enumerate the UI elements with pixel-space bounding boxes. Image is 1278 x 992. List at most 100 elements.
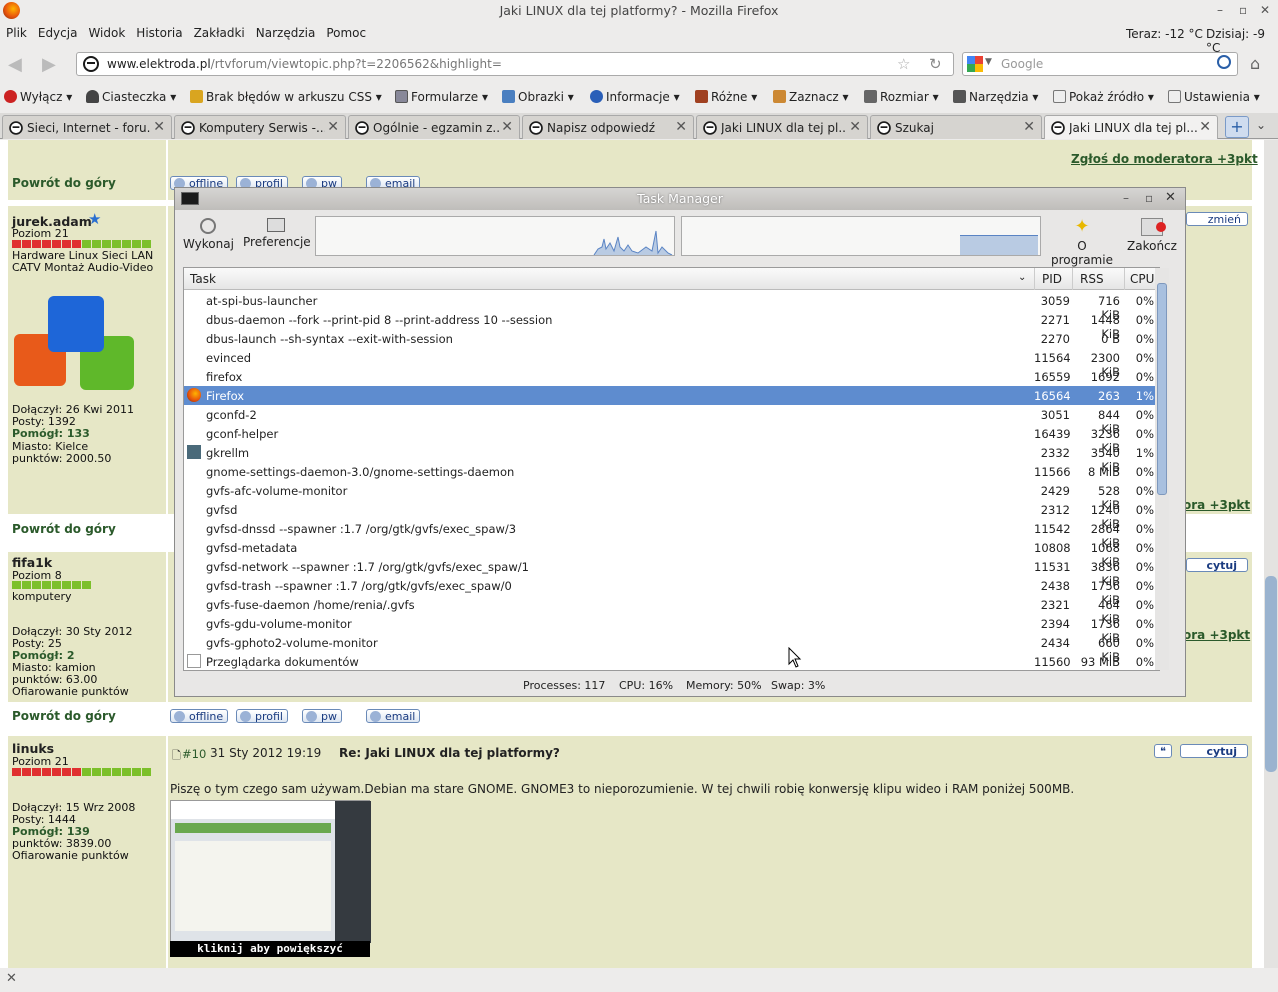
tab-5[interactable]: Jaki LINUX dla tej pl... ✕ <box>696 115 868 139</box>
column-sort-icon[interactable]: ⌄ <box>1018 272 1026 283</box>
tab-close-icon[interactable]: ✕ <box>1199 119 1211 135</box>
search-input[interactable]: Google <box>1001 57 1043 71</box>
pm-button[interactable]: pw <box>302 709 342 723</box>
toolbar-css[interactable]: Brak błędów w arkuszu CSS ▾ <box>190 90 382 104</box>
google-icon[interactable] <box>967 56 983 72</box>
toolbar-rozmiar[interactable]: Rozmiar ▾ <box>864 90 939 104</box>
search-box[interactable]: ▼ Google <box>962 52 1238 76</box>
process-list[interactable]: Task ⌄ PID RSS CPU at-spi-bus-launcher 30… <box>183 267 1160 671</box>
minimize-icon[interactable]: – <box>1123 191 1129 205</box>
tab-7-active[interactable]: Jaki LINUX dla tej pl... ✕ <box>1044 115 1218 139</box>
process-row[interactable]: dbus-daemon --fork --print-pid 8 --print… <box>184 310 1158 341</box>
back-to-top-link[interactable]: Powrót do góry <box>12 522 116 536</box>
tab-close-icon[interactable]: ✕ <box>501 119 513 135</box>
back-to-top-link[interactable]: Powrót do góry <box>12 176 116 190</box>
tab-close-icon[interactable]: ✕ <box>1023 119 1035 135</box>
column-cpu[interactable]: CPU <box>1130 272 1154 286</box>
process-row[interactable]: gvfs-gdu-volume-monitor 2394 1736 KiB 0% <box>184 614 1158 645</box>
toolbar-rozne[interactable]: Różne ▾ <box>695 90 757 104</box>
process-row[interactable]: gvfs-afc-volume-monitor 2429 528 KiB 0% <box>184 481 1158 512</box>
toolbar-pokaz-zrodlo[interactable]: Pokaż źródło ▾ <box>1053 90 1154 104</box>
toolbar-ciasteczka[interactable]: Ciasteczka ▾ <box>86 90 176 104</box>
menu-zakladki[interactable]: Zakładki <box>188 24 250 40</box>
column-rss[interactable]: RSS <box>1080 272 1104 286</box>
process-list-scrollbar-thumb[interactable] <box>1157 283 1167 495</box>
dropdown-icon[interactable]: ▼ <box>985 57 992 67</box>
column-pid[interactable]: PID <box>1042 272 1062 286</box>
user2-gift-link[interactable]: Ofiarowanie punktów <box>12 685 129 698</box>
post-screenshot-thumbnail[interactable] <box>170 800 371 943</box>
maximize-icon[interactable]: ▫ <box>1239 3 1247 17</box>
process-row[interactable]: at-spi-bus-launcher 3059 716 KiB 0% <box>184 291 1158 322</box>
tab-6[interactable]: Szukaj ✕ <box>870 115 1042 139</box>
quote-button[interactable]: cytuj <box>1180 744 1248 758</box>
task-manager-titlebar[interactable]: Task Manager – ▫ ✕ <box>175 188 1185 210</box>
process-row[interactable]: gconf-helper 16439 3236 KiB 0% <box>184 424 1158 455</box>
reload-icon[interactable]: ↻ <box>929 55 942 73</box>
process-row[interactable]: gvfsd-dnssd --spawner :1.7 /org/gtk/gvfs… <box>184 519 1158 550</box>
process-row[interactable]: gnome-settings-daemon-3.0/gnome-settings… <box>184 462 1158 481</box>
process-row[interactable]: gvfsd-trash --spawner :1.7 /org/gtk/gvfs… <box>184 576 1158 607</box>
menu-pomoc[interactable]: Pomoc <box>320 24 371 40</box>
quote-mark-button[interactable]: ❝ <box>1154 744 1172 758</box>
menu-plik[interactable]: Plik <box>0 24 32 40</box>
menu-narzedzia[interactable]: Narzędzia <box>250 24 321 40</box>
toolbar-narzedzia[interactable]: Narzędzia ▾ <box>953 90 1038 104</box>
profile-button[interactable]: profil <box>236 709 288 723</box>
run-button[interactable]: Wykonaj <box>183 214 234 251</box>
close-icon[interactable]: ✕ <box>1260 3 1270 17</box>
about-button[interactable]: ✦ O programie <box>1047 214 1117 268</box>
toolbar-obrazki[interactable]: Obrazki ▾ <box>502 90 574 104</box>
page-scrollbar[interactable] <box>1264 140 1278 968</box>
report-link[interactable]: Zgłoś do moderatora +3pkt <box>1071 152 1258 166</box>
tab-2[interactable]: Komputery Serwis -... ✕ <box>174 115 346 139</box>
bookmark-star-icon[interactable]: ☆ <box>897 55 910 73</box>
tab-list-icon[interactable]: ⌄ <box>1256 118 1266 132</box>
process-row[interactable]: firefox165591692 KiB0% <box>184 367 1158 398</box>
process-row[interactable]: gkrellm 2332 3540 KiB 1% <box>184 443 1158 474</box>
menu-historia[interactable]: Historia <box>130 24 187 40</box>
process-row[interactable]: Firefox 16564 263 MiB 1% <box>184 386 1158 417</box>
process-row[interactable]: gvfs-fuse-daemon /home/renia/.gvfs 2321 46… <box>184 595 1158 626</box>
close-icon[interactable]: ✕ <box>1165 190 1176 205</box>
tab-1[interactable]: Sieci, Internet - foru... ✕ <box>2 115 172 139</box>
tab-close-icon[interactable]: ✕ <box>327 119 339 135</box>
username-linuks[interactable]: linuks <box>12 741 54 756</box>
process-row[interactable]: gvfs-gphoto2-volume-monitor 2434 660 KiB 0% <box>184 633 1158 664</box>
page-scrollbar-thumb[interactable] <box>1265 576 1277 772</box>
tab-3[interactable]: Ogólnie - egzamin z... ✕ <box>348 115 520 139</box>
process-row[interactable]: gconfd-2 3051 844 KiB 0% <box>184 405 1158 436</box>
quote-button[interactable]: cytuj <box>1186 558 1248 572</box>
minimize-icon[interactable]: – <box>1217 3 1223 17</box>
email-button[interactable]: email <box>366 709 421 723</box>
home-icon[interactable]: ⌂ <box>1250 54 1260 73</box>
toolbar-ustawienia[interactable]: Ustawienia ▾ <box>1168 90 1260 104</box>
menu-widok[interactable]: Widok <box>82 24 130 40</box>
tab-close-icon[interactable]: ✕ <box>153 119 165 135</box>
username-fifa1k[interactable]: fifa1k <box>12 555 52 570</box>
close-addon-bar-icon[interactable]: ✕ <box>6 971 17 986</box>
toolbar-formularze[interactable]: Formularze ▾ <box>395 90 488 104</box>
column-task[interactable]: Task <box>190 272 216 286</box>
report-link-partial[interactable]: ora +3pkt <box>1183 498 1250 512</box>
back-to-top-link[interactable]: Powrót do góry <box>12 709 116 723</box>
offline-button[interactable]: offline <box>170 709 229 723</box>
process-row[interactable]: evinced 11564 2300 KiB 0% <box>184 348 1158 379</box>
url-bar[interactable]: www.elektroda.pl/rtvforum/viewtopic.php?… <box>76 52 954 76</box>
tab-4[interactable]: Napisz odpowiedź ✕ <box>522 115 694 139</box>
process-row[interactable]: gvfsd 2312 1240 KiB 0% <box>184 500 1158 531</box>
tab-close-icon[interactable]: ✕ <box>849 119 861 135</box>
forward-icon[interactable]: ▶ <box>42 54 56 75</box>
process-row[interactable]: Przeglądarka dokumentów 11560 93 MiB 0% <box>184 652 1158 670</box>
new-tab-button[interactable]: + <box>1225 116 1249 138</box>
search-icon[interactable] <box>1217 55 1231 69</box>
process-row[interactable]: gvfsd-network --spawner :1.7 /org/gtk/gv… <box>184 557 1158 588</box>
back-icon[interactable]: ◀ <box>8 54 22 75</box>
post-number-link[interactable]: #10 <box>182 747 206 761</box>
menu-edycja[interactable]: Edycja <box>32 24 83 40</box>
quit-button[interactable]: Zakończ <box>1125 214 1179 253</box>
change-button[interactable]: zmień <box>1186 212 1248 226</box>
user3-gift-link[interactable]: Ofiarowanie punktów <box>12 849 129 862</box>
tab-close-icon[interactable]: ✕ <box>675 119 687 135</box>
process-row[interactable]: dbus-launch --sh-syntax --exit-with-sess… <box>184 329 1158 348</box>
